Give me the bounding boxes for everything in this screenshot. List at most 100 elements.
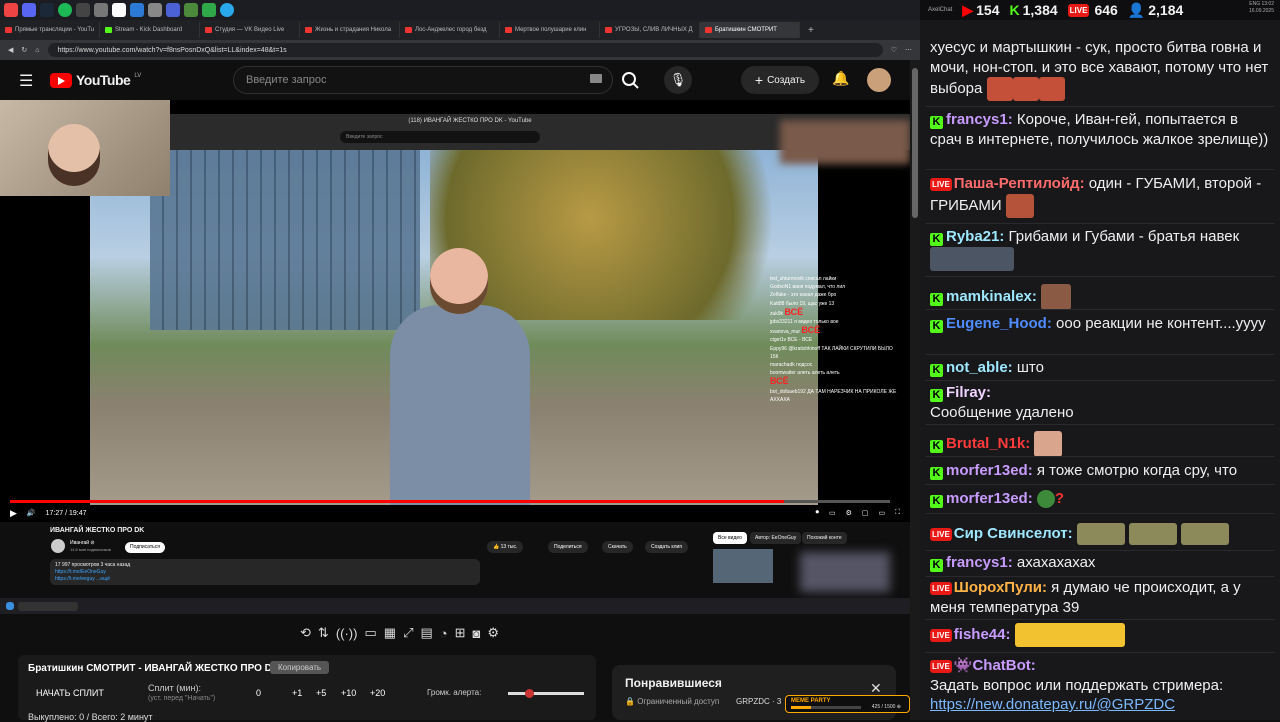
add-20-button[interactable]: +20: [370, 688, 385, 698]
scrollbar-thumb[interactable]: [912, 68, 918, 218]
reload-icon[interactable]: ↻: [21, 46, 27, 54]
add-1-button[interactable]: +1: [292, 688, 302, 698]
share-button[interactable]: Поделиться: [548, 541, 588, 553]
sort-icon[interactable]: ⇅: [318, 625, 329, 641]
chip-similar[interactable]: Похожий конте: [802, 532, 847, 544]
chat-username[interactable]: Ryba21:: [946, 228, 1004, 245]
chip-author[interactable]: Автор: EeOneGuy: [750, 532, 802, 544]
new-tab-icon[interactable]: +: [808, 25, 814, 36]
telegram-icon[interactable]: [220, 3, 234, 17]
video-player[interactable]: (118) ИВАНГАЙ ЖЕСТКО ПРО DK - YouTube Вв…: [0, 100, 910, 522]
spotify-icon[interactable]: [58, 3, 72, 17]
notifications-bell-icon[interactable]: 🔔: [832, 70, 849, 87]
chip-all-videos[interactable]: Все видео: [713, 532, 747, 544]
chat-username[interactable]: Brutal_N1k:: [946, 435, 1030, 452]
speed-icon[interactable]: ◔: [440, 626, 448, 641]
tab-label: Прямые трансляции - YouTu: [15, 27, 95, 33]
chat-username[interactable]: francys1:: [946, 111, 1013, 128]
add-5-button[interactable]: +5: [316, 688, 326, 698]
youtube-logo[interactable]: YouTube LV: [50, 72, 141, 88]
autoplay-toggle-icon[interactable]: ⏺: [815, 509, 819, 517]
browser-tab[interactable]: Прямые трансляции - YouTu: [0, 22, 100, 38]
search-icon: [622, 72, 639, 89]
chat-username[interactable]: morfer13ed:: [946, 490, 1033, 507]
chat-username[interactable]: not_able:: [946, 359, 1013, 376]
gear-icon[interactable]: ⚙: [487, 625, 499, 641]
browser-tab[interactable]: Мертвое полушарие клин: [500, 22, 600, 38]
chat-username[interactable]: Filray:: [946, 384, 991, 401]
alert-volume-slider[interactable]: [508, 689, 584, 698]
app-icon[interactable]: [202, 3, 216, 17]
menu-icon[interactable]: ☰: [19, 71, 33, 91]
account-avatar[interactable]: [867, 68, 891, 92]
settings-icon[interactable]: ⚙: [846, 509, 852, 517]
donate-link[interactable]: https://new.donatepay.ru/@GRPZDC: [930, 696, 1175, 713]
browser-tab[interactable]: Жизнь и страдания Никола: [300, 22, 400, 38]
app-icon[interactable]: [94, 3, 108, 17]
search-input[interactable]: Введите запрос: [233, 66, 613, 94]
search-button[interactable]: [613, 66, 647, 94]
chat-username[interactable]: francys1:: [946, 554, 1013, 571]
keyboard-icon[interactable]: [590, 74, 602, 83]
chat-username[interactable]: ChatBot:: [972, 657, 1035, 674]
theater-icon[interactable]: ▭: [878, 509, 885, 517]
url-field[interactable]: https://www.youtube.com/watch?v=f8nsPosn…: [47, 43, 883, 57]
browser-tab-active[interactable]: Братишкин СМОТРИТ: [700, 22, 800, 38]
video-description[interactable]: 17 997 просмотров 3 часа назад https://t…: [50, 559, 480, 585]
resize-icon[interactable]: ⤢: [403, 625, 413, 641]
app-icon[interactable]: [184, 3, 198, 17]
app-icon[interactable]: [112, 3, 126, 17]
description-link[interactable]: https://t.me/eeguy ...ещё: [55, 576, 475, 583]
voice-search-button[interactable]: 🎙: [664, 66, 692, 94]
chat-username[interactable]: morfer13ed:: [946, 462, 1033, 479]
start-split-button[interactable]: НАЧАТЬ СПЛИТ: [36, 688, 104, 698]
chat-username[interactable]: Eugene_Hood:: [946, 315, 1052, 332]
video-progress-bar[interactable]: [10, 500, 890, 503]
chat-username[interactable]: fishe44:: [954, 626, 1011, 643]
browser-tab[interactable]: Лос-Анджелес город безд: [400, 22, 500, 38]
bookmark-icon[interactable]: ♡: [891, 46, 897, 54]
subtitles-icon[interactable]: ▭: [829, 509, 836, 517]
like-button[interactable]: 👍 13 тыс.: [487, 541, 524, 553]
discord-icon[interactable]: [22, 3, 36, 17]
add-frame-icon[interactable]: ⊞: [455, 625, 466, 641]
browser-tab[interactable]: Stream - Kick Dashboard: [100, 22, 200, 38]
app-icon[interactable]: [76, 3, 90, 17]
app-icon[interactable]: [148, 3, 162, 17]
app-icon[interactable]: [130, 3, 144, 17]
copy-button[interactable]: Копировать: [270, 661, 330, 674]
camera-icon[interactable]: ◙: [473, 626, 481, 641]
slider-knob[interactable]: [524, 689, 534, 698]
home-icon[interactable]: ⌂: [35, 47, 39, 54]
layout-icon[interactable]: ▤: [420, 625, 432, 641]
chat-username[interactable]: mamkinalex:: [946, 288, 1037, 305]
loop-icon[interactable]: ⟲: [300, 625, 311, 641]
app-icon[interactable]: [166, 3, 180, 17]
browser-tab[interactable]: УГРОЗЫ, СЛИВ ЛИЧНЫХ Д: [600, 22, 700, 38]
chat-username[interactable]: Сир Свинселот:: [954, 525, 1073, 542]
audio-icon[interactable]: ((·)): [336, 626, 358, 641]
chat-username[interactable]: ШорохПули:: [954, 579, 1047, 596]
screen-icon[interactable]: ▭: [364, 625, 376, 641]
channel-avatar[interactable]: [51, 539, 65, 553]
app-icon[interactable]: [4, 3, 18, 17]
fullscreen-icon[interactable]: ⛶: [895, 509, 900, 517]
extensions-icon[interactable]: ⋯: [905, 46, 912, 54]
calendar-icon[interactable]: ▦: [384, 625, 396, 641]
play-icon[interactable]: ▶: [10, 508, 17, 519]
download-button[interactable]: Скачать: [602, 541, 633, 553]
suggested-video-thumbnail[interactable]: [713, 549, 773, 583]
steam-icon[interactable]: [40, 3, 54, 17]
volume-icon[interactable]: 🔊: [27, 509, 36, 517]
page-scrollbar[interactable]: [910, 60, 920, 720]
chat-username[interactable]: Паша-Рептилойд:: [954, 175, 1085, 192]
create-button[interactable]: + Создать: [741, 66, 819, 94]
browser-tab[interactable]: Студия — VK Видео Live: [200, 22, 300, 38]
miniplayer-icon[interactable]: ▢: [862, 509, 869, 517]
description-link[interactable]: https://t.me/EeOneGuy: [55, 569, 475, 576]
add-10-button[interactable]: +10: [341, 688, 356, 698]
back-icon[interactable]: ◀: [8, 46, 13, 54]
channel-name[interactable]: Ивангай ⊘: [70, 540, 95, 546]
subscribe-button[interactable]: Подписаться: [125, 542, 165, 553]
clip-button[interactable]: Создать клип: [645, 541, 689, 553]
